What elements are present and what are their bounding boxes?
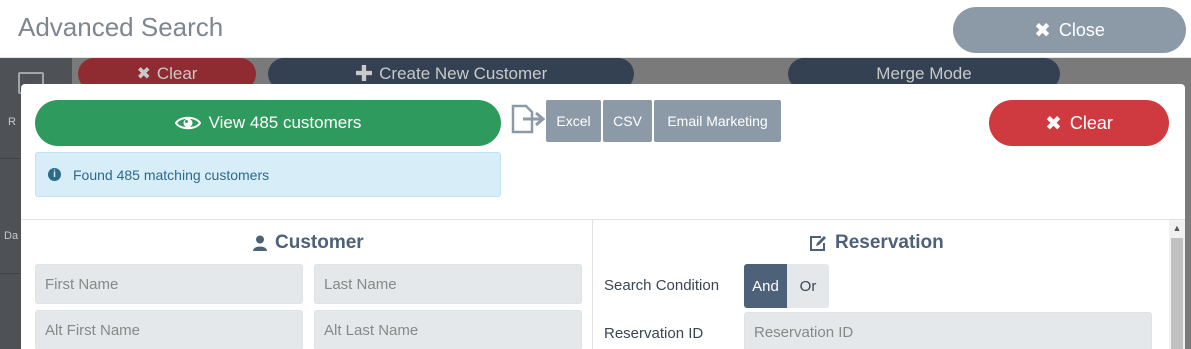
x-icon: ✖ [1034, 19, 1051, 42]
scroll-up-arrow-icon[interactable]: ▲ [1169, 220, 1185, 236]
customer-section-label: Customer [275, 232, 364, 253]
results-info-alert: i Found 485 matching customers [35, 152, 501, 197]
email-marketing-button[interactable]: Email Marketing [654, 100, 781, 142]
vertical-scrollbar[interactable]: ▲ [1169, 220, 1185, 349]
scroll-thumb[interactable] [1171, 238, 1183, 349]
export-file-icon [511, 104, 545, 134]
column-divider [592, 219, 593, 349]
sidebar-label: Da [4, 230, 19, 242]
background-clear-label: Clear [156, 64, 198, 83]
alt-first-name-input[interactable]: Alt First Name [35, 310, 303, 349]
modal-title: Advanced Search [18, 12, 224, 42]
section-divider [21, 219, 1185, 220]
export-csv-button[interactable]: CSV [603, 100, 652, 142]
info-circle-icon: i [48, 168, 61, 181]
export-excel-button[interactable]: Excel [546, 100, 601, 142]
view-customers-button[interactable]: View 485 customers [35, 100, 501, 146]
clear-button-label: Clear [1069, 112, 1113, 133]
view-customers-label: View 485 customers [208, 113, 362, 132]
search-panel: View 485 customers Excel CSV Email Marke… [21, 84, 1185, 349]
reservation-id-label: Reservation ID [604, 325, 704, 342]
condition-or-toggle[interactable]: Or [787, 264, 829, 308]
sidebar-label: R [8, 116, 16, 128]
modal-header: Advanced Search ✖ Close [0, 0, 1191, 58]
search-condition-label: Search Condition [604, 277, 720, 294]
user-icon [253, 235, 267, 251]
close-button-label: Close [1058, 19, 1105, 40]
background-create-label: Create New Customer [379, 64, 548, 83]
eye-icon [174, 116, 201, 130]
edit-icon [810, 235, 826, 251]
customer-section-title: Customer [253, 232, 364, 254]
x-icon: ✖ [136, 64, 151, 83]
condition-and-toggle[interactable]: And [744, 264, 787, 308]
close-button[interactable]: ✖ Close [953, 7, 1186, 53]
results-info-text: Found 485 matching customers [73, 166, 270, 183]
reservation-section-label: Reservation [835, 232, 944, 253]
clear-button[interactable]: ✖ Clear [989, 100, 1169, 146]
alt-last-name-input[interactable]: Alt Last Name [314, 310, 582, 349]
reservation-id-input[interactable]: Reservation ID [744, 312, 1152, 349]
x-icon: ✖ [1045, 112, 1062, 135]
reservation-section-title: Reservation [809, 232, 944, 254]
last-name-input[interactable]: Last Name [314, 264, 582, 304]
first-name-input[interactable]: First Name [35, 264, 303, 304]
background-merge-label: Merge Mode [876, 64, 972, 83]
